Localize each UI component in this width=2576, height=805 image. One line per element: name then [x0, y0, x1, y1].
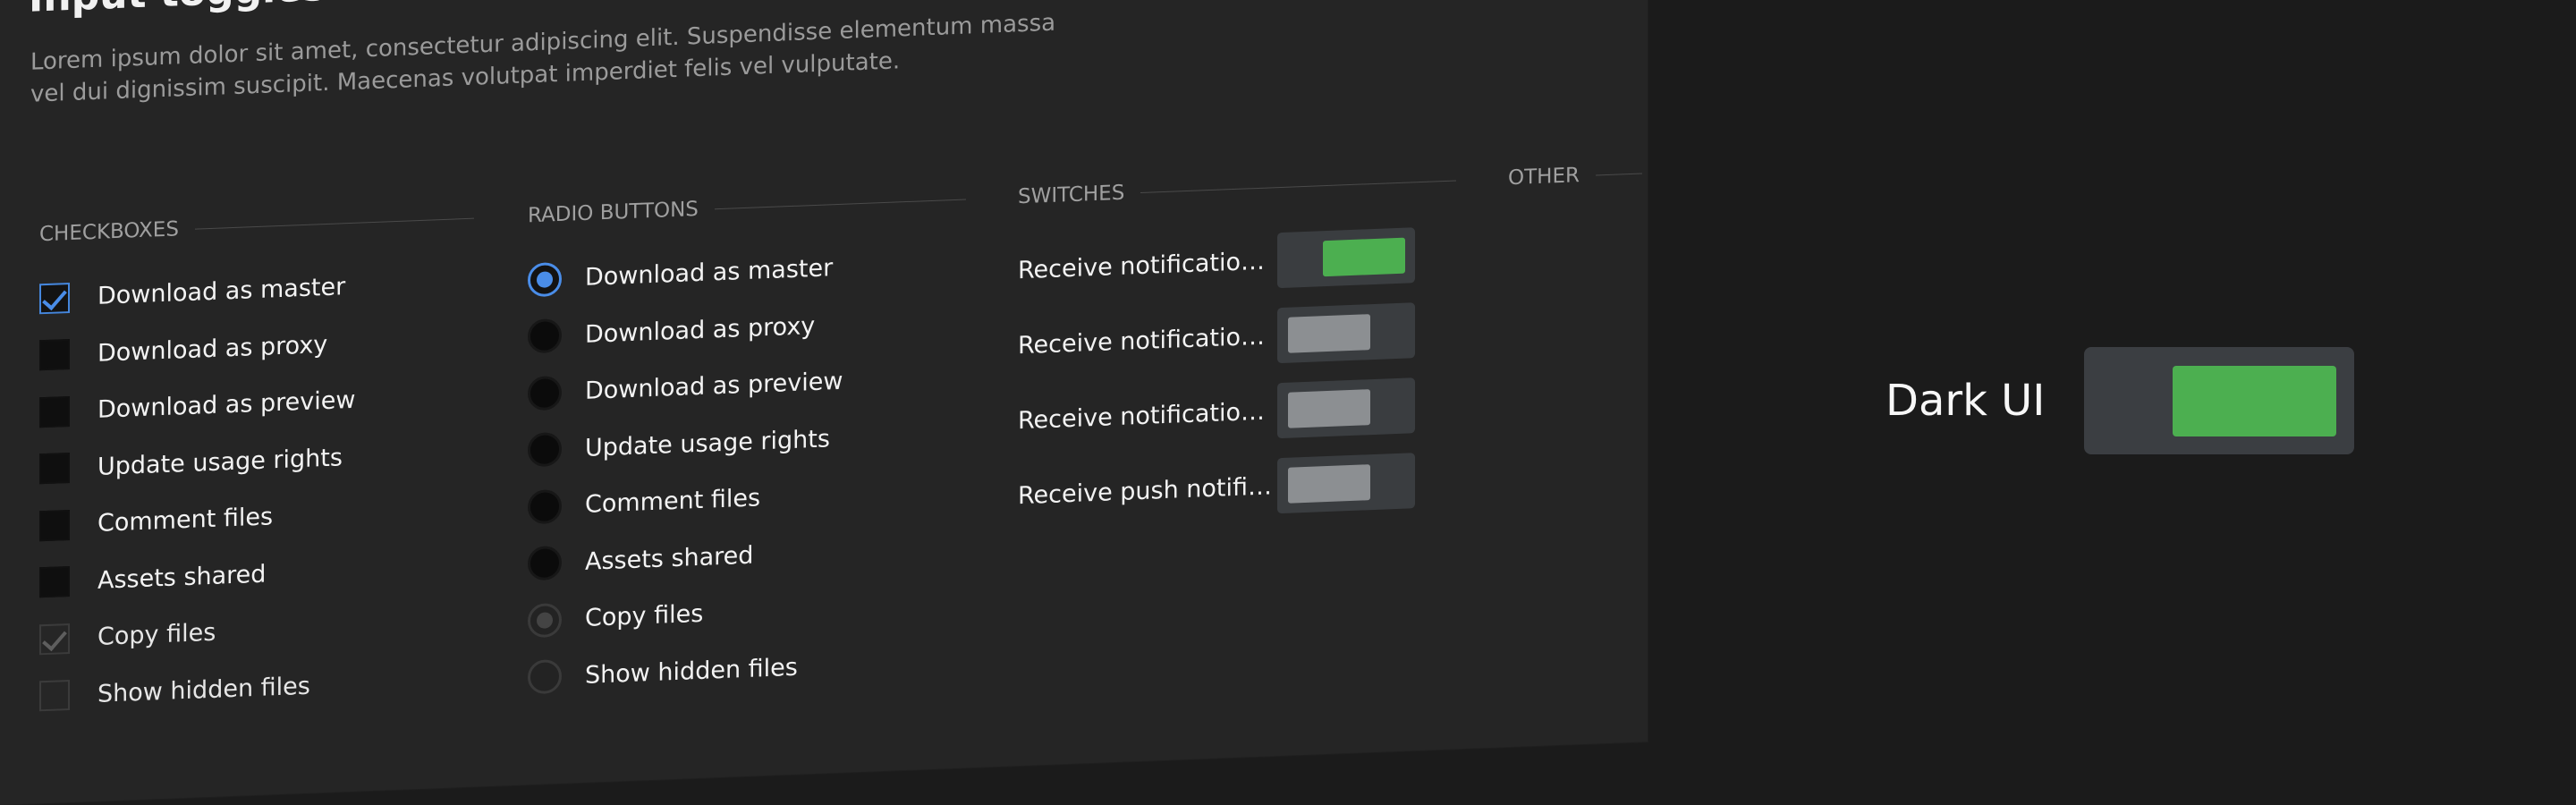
radio-selected-icon[interactable] — [528, 261, 562, 298]
radio-unselected-icon[interactable] — [528, 488, 562, 525]
checkbox-unchecked-icon[interactable] — [39, 509, 70, 542]
switches-title: SWITCHES — [1018, 181, 1125, 209]
other-section: OTHER — [1508, 157, 1642, 194]
switch-list: Receive notifications v... Receive notif… — [1018, 216, 1456, 533]
checkbox-label: Download as master — [97, 273, 346, 311]
radio-unselected-icon[interactable] — [528, 318, 562, 354]
switch-thumb — [1288, 464, 1370, 504]
toggles-panel-content: Input toggles Lorem ipsum dolor sit amet… — [0, 0, 1648, 805]
switch-label: Receive notifications v... — [1018, 247, 1277, 284]
checkbox-unchecked-icon[interactable] — [39, 453, 70, 485]
other-title: OTHER — [1508, 164, 1580, 191]
checkbox-checked-icon[interactable] — [39, 282, 70, 315]
radio-unselected-icon[interactable] — [528, 546, 562, 581]
section-divider — [1595, 173, 1642, 176]
toggle-switch[interactable] — [1277, 453, 1415, 514]
section-divider — [1140, 180, 1456, 194]
radio-label: Assets shared — [585, 541, 754, 576]
dark-ui-switch[interactable] — [2084, 347, 2355, 454]
radio-label: Show hidden files — [585, 653, 798, 690]
checkbox-label: Assets shared — [97, 560, 267, 595]
checkbox-label: Download as proxy — [97, 330, 328, 368]
dark-ui-switch-thumb — [2173, 366, 2337, 436]
other-header: OTHER — [1508, 157, 1642, 194]
radio-label: Download as preview — [585, 368, 843, 406]
section-divider — [194, 217, 474, 230]
radio-buttons-section: RADIO BUTTONS Download as master Downloa… — [528, 183, 966, 707]
radio-disabled-icon — [528, 659, 562, 695]
checkbox-list: Download as master Download as proxy Dow… — [39, 254, 474, 725]
checkbox-unchecked-icon[interactable] — [39, 395, 70, 428]
switches-header: SWITCHES — [1018, 164, 1456, 213]
checkbox-label: Download as preview — [97, 386, 356, 425]
switch-thumb — [1288, 314, 1370, 353]
section-divider — [714, 199, 966, 210]
page-description: Lorem ipsum dolor sit amet, consectetur … — [30, 9, 1056, 108]
radio-buttons-header: RADIO BUTTONS — [528, 183, 966, 233]
checkbox-label: Copy files — [97, 618, 216, 652]
radio-label: Update usage rights — [585, 425, 830, 462]
radio-disabled-selected-icon — [528, 602, 562, 639]
radio-label: Download as master — [585, 254, 834, 292]
radio-unselected-icon[interactable] — [528, 375, 562, 411]
checkbox-label: Update usage rights — [97, 444, 343, 481]
page-title: Input toggles — [29, 0, 326, 21]
checkboxes-section: CHECKBOXES Download as master Download a… — [39, 202, 474, 725]
app-canvas: Input toggles Lorem ipsum dolor sit amet… — [0, 0, 2576, 805]
switch-thumb — [1288, 389, 1370, 428]
radio-label: Copy files — [585, 600, 704, 633]
checkbox-disabled-icon — [39, 680, 70, 712]
checkboxes-title: CHECKBOXES — [39, 217, 179, 247]
switch-label: Receive push notificati... — [1018, 471, 1277, 510]
checkbox-label: Comment files — [97, 503, 274, 538]
radio-unselected-icon[interactable] — [528, 432, 562, 468]
switch-row[interactable]: Receive push notificati... — [1018, 441, 1456, 533]
radio-list: Download as master Download as proxy Dow… — [528, 235, 966, 707]
radio-label: Comment files — [585, 484, 761, 520]
toggle-switch[interactable] — [1277, 302, 1415, 364]
toggle-switch[interactable] — [1277, 227, 1415, 289]
switches-section: SWITCHES Receive notifications v... Rece… — [1018, 164, 1456, 533]
switch-label: Receive notifications v... — [1018, 322, 1277, 360]
checkbox-unchecked-icon[interactable] — [39, 566, 70, 598]
switch-label: Receive notifications b... — [1018, 397, 1277, 435]
checkbox-label: Show hidden files — [97, 672, 310, 708]
checkboxes-header: CHECKBOXES — [39, 202, 474, 251]
checkbox-unchecked-icon[interactable] — [39, 339, 70, 371]
radio-buttons-title: RADIO BUTTONS — [528, 198, 699, 228]
toggle-switch[interactable] — [1277, 377, 1415, 439]
dark-ui-label: Dark UI — [1885, 376, 2046, 426]
checkbox-disabled-checked-icon — [39, 623, 70, 656]
radio-label: Download as proxy — [585, 311, 816, 349]
dark-ui-toggle-preview: Dark UI — [1885, 347, 2355, 454]
switch-thumb — [1323, 237, 1405, 277]
